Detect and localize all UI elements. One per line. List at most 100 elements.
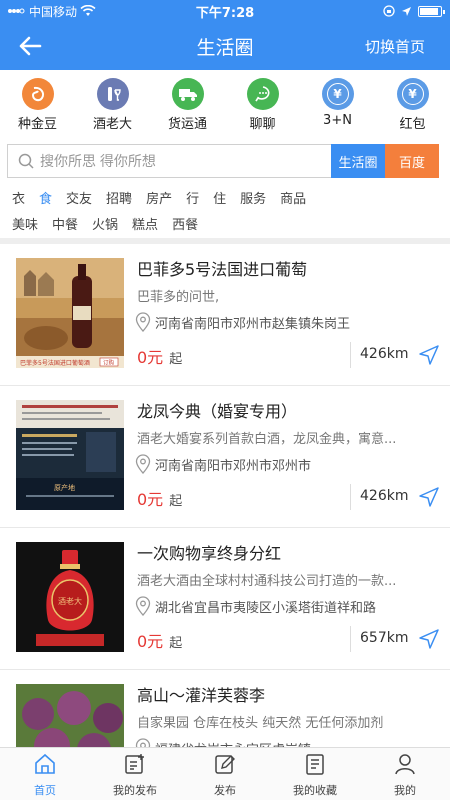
quick-link-5[interactable]: ¥ 红包 xyxy=(375,78,450,132)
price-value: 0元 xyxy=(137,348,164,367)
redpacket-icon: ¥ xyxy=(396,78,429,110)
header: 中国移动 下午7:28 生活圈 切换首页 xyxy=(0,0,450,70)
listing-distance: 426km xyxy=(360,346,409,362)
quick-link-0[interactable]: 种金豆 xyxy=(0,78,75,132)
category-item[interactable]: 中餐 xyxy=(52,214,78,233)
bottom-tab-bar: 首页 我的发布 发布 我的收藏 我的 xyxy=(0,747,450,800)
quick-link-label: 种金豆 xyxy=(17,117,57,132)
category-item[interactable]: 火锅 xyxy=(92,214,118,233)
quick-link-3[interactable]: 聊聊 xyxy=(225,78,300,132)
listing-title: 龙凤今典（婚宴专用） xyxy=(137,402,298,421)
rotation-lock-icon xyxy=(383,5,395,17)
chat-icon xyxy=(246,78,279,110)
category-row-1: 衣食交友 招聘 房产行住服务 商品 xyxy=(12,188,320,207)
tab-home[interactable]: 首页 xyxy=(0,748,90,800)
signal-icon xyxy=(8,8,25,14)
thumb-caption: 巴菲多5号法国进口葡萄酒 xyxy=(20,359,90,367)
favorites-icon xyxy=(303,753,327,779)
publish-icon xyxy=(213,753,237,779)
switch-home-button[interactable]: 切换首页 xyxy=(365,36,425,57)
category-item[interactable]: 美味 xyxy=(12,214,38,233)
category-item[interactable]: 服务 xyxy=(240,188,266,207)
location-pin-icon xyxy=(135,596,151,616)
quick-link-2[interactable]: 货运通 xyxy=(150,78,225,132)
tab-favorites[interactable]: 我的收藏 xyxy=(270,748,360,800)
listing-distance: 426km xyxy=(360,488,409,504)
category-item[interactable]: 房产 xyxy=(146,188,172,207)
quick-link-label: 聊聊 xyxy=(249,117,276,132)
listing-price: 0元 起 xyxy=(137,486,182,510)
tab-publish[interactable]: 发布 xyxy=(180,748,270,800)
category-item[interactable]: 西餐 xyxy=(172,214,198,233)
truck-icon xyxy=(171,78,204,110)
quick-link-label: 红包 xyxy=(399,117,426,132)
profile-icon xyxy=(393,753,417,779)
navigate-button[interactable] xyxy=(418,486,440,512)
price-value: 0元 xyxy=(137,490,164,509)
list-item[interactable]: 巴菲多5号法国进口葡萄酒 订购 巴菲多5号法国进口葡萄 巴菲多的问世, 河南省南… xyxy=(0,244,450,386)
listing-thumbnail: 巴菲多5号法国进口葡萄酒 订购 xyxy=(16,258,124,368)
quick-links: 种金豆 酒老大 货运通 聊聊 ¥3+N ¥ 红包 xyxy=(0,78,450,132)
category-item[interactable]: 交友 xyxy=(66,188,92,207)
back-button[interactable] xyxy=(0,22,60,70)
listing-price: 0元 起 xyxy=(137,344,182,368)
listing-desc: 自家果园 仓库在枝头 纯天然 无任何添加剂 xyxy=(137,716,384,731)
battery-icon xyxy=(418,5,445,17)
thumb-caption: 酒老大 xyxy=(58,596,82,606)
listing-address: 河南省南阳市邓州市赵集镇朱岗王 xyxy=(135,312,350,332)
search-input[interactable] xyxy=(40,153,331,169)
address-text: 河南省南阳市邓州市赵集镇朱岗王 xyxy=(155,316,351,332)
address-text: 湖北省宜昌市夷陵区小溪塔街道祥和路 xyxy=(155,600,377,616)
thumb-tag: 订购 xyxy=(103,359,115,367)
navigate-arrow-icon xyxy=(419,487,439,507)
location-pin-icon xyxy=(135,454,151,474)
listing-address: 福建省龙岩市永定区虎岗镇 xyxy=(135,738,311,747)
address-text: 福建省龙岩市永定区虎岗镇 xyxy=(155,739,311,748)
quick-link-label: 酒老大 xyxy=(92,117,132,132)
listing-list: 巴菲多5号法国进口葡萄酒 订购 巴菲多5号法国进口葡萄 巴菲多的问世, 河南省南… xyxy=(0,244,450,747)
yuan-icon: ¥ xyxy=(321,78,354,110)
category-item[interactable]: 招聘 xyxy=(106,188,132,207)
list-item[interactable]: 高山～灌洋芙蓉李 自家果园 仓库在枝头 纯天然 无任何添加剂 福建省龙岩市永定区… xyxy=(0,670,450,747)
location-pin-icon xyxy=(135,738,151,747)
quick-link-label: 3+N xyxy=(323,113,352,128)
listing-desc: 酒老大婚宴系列首款白酒，龙凤金典，寓意... xyxy=(137,432,397,447)
home-icon xyxy=(33,753,57,779)
category-item[interactable]: 糕点 xyxy=(132,214,158,233)
category-item[interactable]: 衣 xyxy=(12,188,25,207)
price-unit: 起 xyxy=(169,636,183,651)
category-item[interactable]: 住 xyxy=(213,188,226,207)
category-item[interactable]: 行 xyxy=(186,188,199,207)
listing-title: 巴菲多5号法国进口葡萄 xyxy=(137,260,308,279)
carrier-label: 中国移动 xyxy=(29,4,78,19)
listing-title: 一次购物享终身分红 xyxy=(137,544,282,563)
search-life-button[interactable]: 生活圈 xyxy=(331,144,385,178)
category-item[interactable]: 商品 xyxy=(280,188,306,207)
listing-address: 河南省南阳市邓州市邓州市 xyxy=(135,454,311,474)
list-item[interactable]: 原产地 龙凤今典（婚宴专用） 酒老大婚宴系列首款白酒，龙凤金典，寓意... 河南… xyxy=(0,386,450,528)
tab-profile[interactable]: 我的 xyxy=(360,748,450,800)
list-item[interactable]: 酒老大 一次购物享终身分红 酒老大酒由全球村村通科技公司打造的一款... 湖北省… xyxy=(0,528,450,670)
quick-link-1[interactable]: 酒老大 xyxy=(75,78,150,132)
listing-title: 高山～灌洋芙蓉李 xyxy=(137,686,266,705)
quick-link-4[interactable]: ¥3+N xyxy=(300,78,375,132)
navigate-button[interactable] xyxy=(418,344,440,370)
location-pin-icon xyxy=(135,312,151,332)
price-value: 0元 xyxy=(137,632,164,651)
tab-label: 我的发布 xyxy=(113,784,157,797)
listing-distance: 657km xyxy=(360,630,409,646)
search-box[interactable] xyxy=(7,144,331,178)
my-posts-icon xyxy=(123,753,147,779)
search-baidu-button[interactable]: 百度 xyxy=(385,144,439,178)
navigate-arrow-icon xyxy=(419,629,439,649)
tab-my-posts[interactable]: 我的发布 xyxy=(90,748,180,800)
navigate-button[interactable] xyxy=(418,628,440,654)
search-icon xyxy=(18,153,34,169)
listing-address: 湖北省宜昌市夷陵区小溪塔街道祥和路 xyxy=(135,596,376,616)
separator xyxy=(350,626,351,652)
category-item[interactable]: 食 xyxy=(39,188,52,207)
back-arrow-icon xyxy=(19,36,42,56)
listing-thumbnail: 原产地 xyxy=(16,400,124,510)
wine-icon xyxy=(96,78,129,110)
tab-label: 首页 xyxy=(34,784,56,797)
